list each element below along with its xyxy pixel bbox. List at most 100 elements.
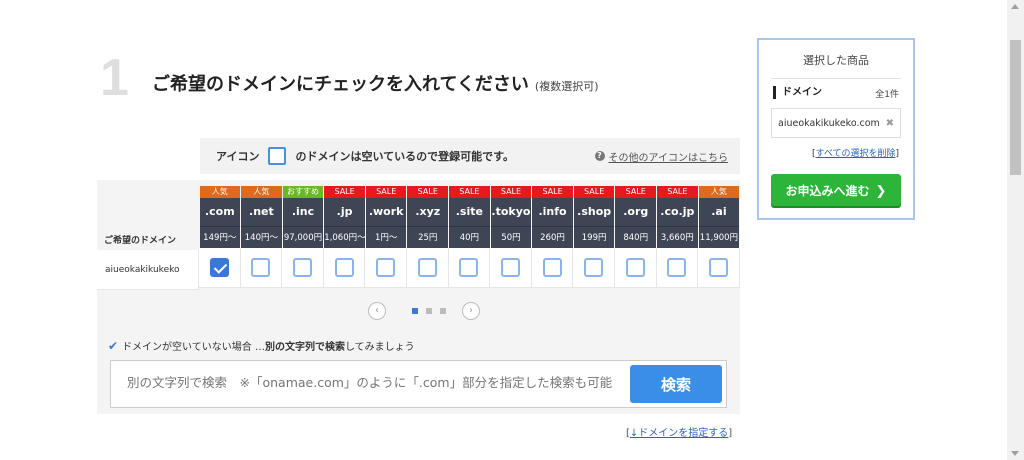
scroll-down-icon[interactable] <box>1011 451 1019 456</box>
next-page-button[interactable]: › <box>462 302 480 320</box>
tld-badge: 人気 <box>698 186 740 198</box>
tld-column: 人気 .com 149円～ <box>199 186 241 288</box>
tld-name: .net <box>241 198 282 226</box>
icon-legend-bar: アイコン のドメインは空いているので登録可能です。 ? その他のアイコンはこちら <box>200 138 740 174</box>
tld-badge: SALE <box>407 186 449 198</box>
tld-table: 人気 .com 149円～ 人気 .net 140円～ おすすめ .inc 97,000円 SAL… <box>199 186 740 288</box>
row-header-label: ご希望のドメイン <box>104 236 177 246</box>
proceed-label: お申込みへ進む <box>785 183 870 198</box>
tld-column: SALE .xyz 25円 <box>406 186 449 288</box>
tld-name: .com <box>199 198 241 226</box>
tld-price: 3,660円 <box>657 226 698 248</box>
page-dots <box>408 308 450 314</box>
tld-badge: 人気 <box>241 186 282 198</box>
tld-name: .org <box>615 198 657 226</box>
tld-column: SALE .site 40円 <box>448 186 491 288</box>
other-icons-link-text[interactable]: その他のアイコンはこちら <box>609 149 729 164</box>
tld-badge: SALE <box>573 186 615 198</box>
page-dot-1[interactable] <box>412 308 418 314</box>
tld-name: .co.jp <box>657 198 698 226</box>
legend-suffix: のドメインは空いているので登録可能です。 <box>295 150 515 163</box>
tld-check-cell <box>698 248 740 288</box>
tld-check-cell <box>365 248 407 288</box>
search-button[interactable]: 検索 <box>630 365 722 403</box>
domain-checkbox[interactable] <box>542 258 562 277</box>
tip-prefix: ドメインが空いていない場合 … <box>122 342 265 353</box>
scroll-up-icon[interactable] <box>1011 4 1019 9</box>
proceed-button[interactable]: お申込みへ進む ❯ <box>771 174 901 206</box>
legend-prefix: アイコン <box>216 150 260 163</box>
cart-domain-label: ドメイン <box>773 86 822 99</box>
tld-price: 260円 <box>532 226 573 248</box>
search-input[interactable] <box>127 375 627 390</box>
pager: ‹ › <box>368 302 480 320</box>
tld-name: .xyz <box>407 198 449 226</box>
tld-badge: 人気 <box>199 186 241 198</box>
chevron-right-icon: ❯ <box>875 183 887 199</box>
page-title: ご希望のドメインにチェックを入れてください (複数選択可) <box>152 70 599 96</box>
tld-price: 97,000円 <box>282 226 324 248</box>
tld-price: 40円 <box>449 226 490 248</box>
clear-all-link[interactable]: [すべての選択を削除] <box>812 146 899 159</box>
cart-item: aiueokakikukeko.com ✖ <box>771 108 901 138</box>
tld-column: SALE .org 840円 <box>614 186 657 288</box>
tld-name: .ai <box>698 198 740 226</box>
domain-checkbox[interactable] <box>667 258 687 277</box>
specify-domain-link-text[interactable]: ↓ドメインを指定する <box>630 428 728 439</box>
domain-checkbox[interactable] <box>584 258 604 277</box>
tld-name: .tokyo <box>490 198 532 226</box>
domain-checkbox[interactable] <box>459 258 479 277</box>
domain-checkbox[interactable] <box>334 258 354 277</box>
remove-icon[interactable]: ✖ <box>886 118 894 129</box>
domain-checkbox[interactable] <box>376 258 396 277</box>
domain-checkbox[interactable] <box>500 258 520 277</box>
domain-checkbox[interactable] <box>417 258 437 277</box>
other-icons-link[interactable]: ? その他のアイコンはこちら <box>594 149 729 164</box>
cart-count: 全1件 <box>875 90 899 100</box>
tld-column: SALE .work 1円～ <box>365 186 407 288</box>
domain-checkbox[interactable] <box>708 258 728 277</box>
tld-check-cell <box>656 248 699 288</box>
tld-check-cell <box>490 248 532 288</box>
page-dot-3[interactable] <box>440 308 446 314</box>
tld-price: 1,060円～ <box>324 226 365 248</box>
vertical-scrollbar[interactable] <box>1007 0 1024 460</box>
tld-check-cell <box>573 248 615 288</box>
tld-column: SALE .jp 1,060円～ <box>323 186 366 288</box>
available-checkbox-icon <box>268 147 287 165</box>
cart-item-name: aiueokakikukeko.com <box>778 117 880 129</box>
domain-checkbox[interactable] <box>209 258 229 277</box>
tld-badge: SALE <box>365 186 407 198</box>
domain-checkbox[interactable] <box>251 258 271 277</box>
tld-check-cell <box>199 248 241 288</box>
tld-column: 人気 .ai 11,900円 <box>698 186 740 288</box>
tld-price: 25円 <box>407 226 449 248</box>
tld-price: 50円 <box>490 226 532 248</box>
domain-checkbox[interactable] <box>625 258 645 277</box>
tld-name: .jp <box>324 198 365 226</box>
tld-check-cell <box>448 248 491 288</box>
tld-check-cell <box>282 248 324 288</box>
clear-all-link-text[interactable]: すべての選択を削除 <box>815 149 895 159</box>
page-title-note: (複数選択可) <box>534 80 599 93</box>
help-icon: ? <box>594 151 605 161</box>
tld-name: .info <box>532 198 573 226</box>
tld-price: 840円 <box>615 226 657 248</box>
tld-price: 140円～ <box>241 226 282 248</box>
tld-name: .shop <box>573 198 615 226</box>
scroll-thumb[interactable] <box>1010 40 1021 175</box>
prev-page-button[interactable]: ‹ <box>368 302 386 320</box>
tip-suffix: してみましょう <box>344 342 415 353</box>
search-tip: ✔ ドメインが空いていない場合 … 別の文字列で検索 してみましょう <box>108 338 415 354</box>
tld-name: .site <box>449 198 490 226</box>
tld-price: 149円～ <box>199 226 241 248</box>
domain-checkbox[interactable] <box>292 258 312 277</box>
tld-column: SALE .info 260円 <box>531 186 574 288</box>
page-dot-2[interactable] <box>426 308 432 314</box>
tld-column: SALE .tokyo 50円 <box>490 186 532 288</box>
tld-badge: SALE <box>324 186 365 198</box>
tld-badge: SALE <box>449 186 490 198</box>
tld-check-cell <box>614 248 657 288</box>
specify-domain-link[interactable]: [↓ドメインを指定する] <box>626 424 732 439</box>
tip-bold: 別の文字列で検索 <box>264 342 345 353</box>
